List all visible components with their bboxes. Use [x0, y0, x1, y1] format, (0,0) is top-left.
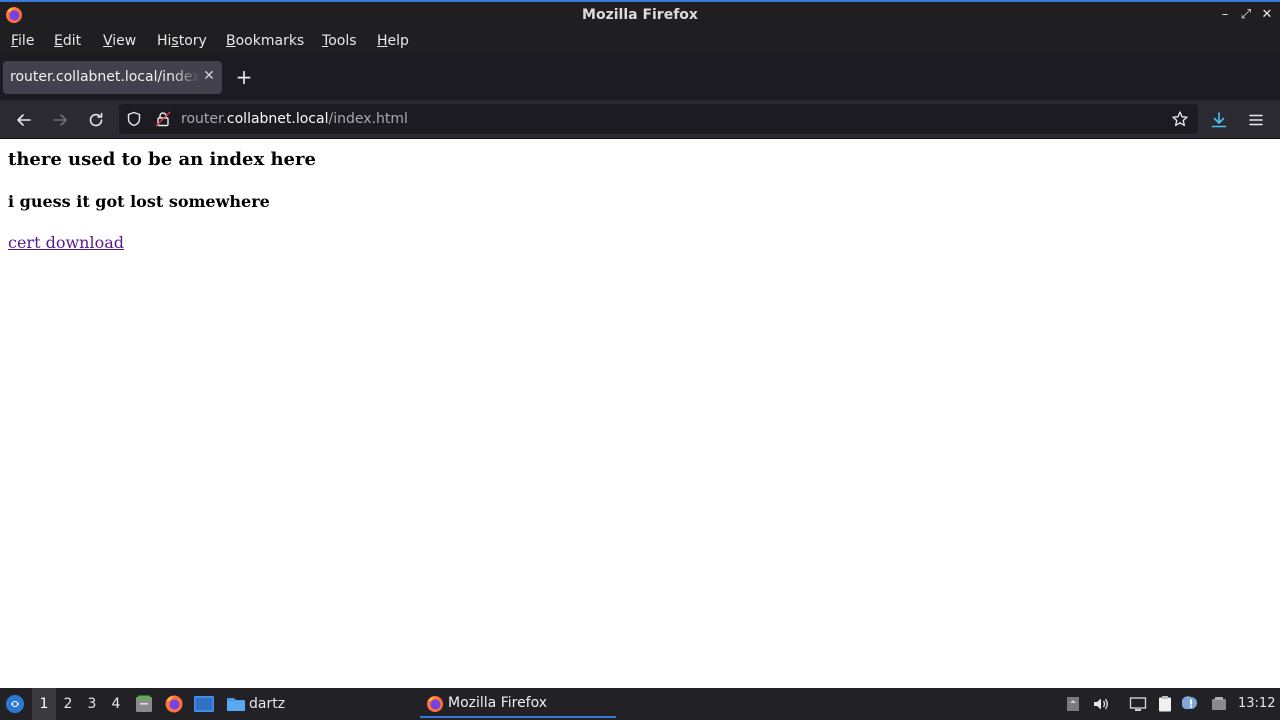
- tab-close-icon[interactable]: ✕: [200, 67, 218, 85]
- page-content: there used to be an index here i guess i…: [0, 140, 1280, 688]
- lock-icon[interactable]: [155, 111, 171, 127]
- workspace-4[interactable]: 4: [104, 688, 128, 720]
- menu-bookmarks[interactable]: Bookmarks: [226, 33, 304, 49]
- active-task-indicator: [420, 716, 616, 718]
- page-heading: there used to be an index here: [8, 149, 316, 170]
- menubar: File Edit View History Bookmarks Tools H…: [0, 29, 1280, 54]
- cert-download-link[interactable]: cert download: [8, 233, 124, 252]
- url-path: /index.html: [328, 111, 408, 127]
- tracking-protection-shield-icon[interactable]: [126, 111, 142, 127]
- url-host: collabnet.local: [226, 111, 329, 127]
- forward-arrow-icon[interactable]: [49, 109, 71, 131]
- menu-file[interactable]: File: [11, 33, 34, 49]
- window-title: Mozilla Firefox: [582, 7, 698, 23]
- page-subheading: i guess it got lost somewhere: [8, 192, 270, 211]
- minimize-icon[interactable]: –: [1216, 6, 1234, 24]
- downloads-icon[interactable]: [1208, 109, 1230, 131]
- url-prefix: router.: [181, 111, 227, 127]
- menu-edit[interactable]: Edit: [54, 33, 81, 49]
- tray-monitor-icon[interactable]: [1129, 695, 1147, 713]
- workspace-3[interactable]: 3: [80, 688, 104, 720]
- taskbar: 1 2 3 4 dartz Mozilla Firefox 13:12: [0, 688, 1280, 720]
- notification-icon[interactable]: [1182, 695, 1200, 713]
- firefox-launcher-icon[interactable]: [164, 694, 184, 714]
- close-window-icon[interactable]: ✕: [1258, 6, 1276, 24]
- menu-view[interactable]: View: [103, 33, 136, 49]
- reload-icon[interactable]: [85, 109, 107, 131]
- tab-label: router.collabnet.local/index.html: [10, 69, 200, 85]
- start-menu-icon[interactable]: [5, 694, 25, 714]
- tab-strip: router.collabnet.local/index.html ✕ +: [0, 54, 1280, 100]
- task-firefox[interactable]: Mozilla Firefox: [420, 688, 616, 720]
- window-titlebar: Mozilla Firefox – ⤢ ✕: [0, 0, 1280, 29]
- clock[interactable]: 13:12: [1238, 696, 1275, 711]
- back-arrow-icon[interactable]: [13, 109, 35, 131]
- navigation-toolbar: router.collabnet.local/index.html: [0, 100, 1280, 139]
- file-manager-icon[interactable]: [134, 694, 154, 714]
- new-tab-icon[interactable]: +: [233, 66, 255, 88]
- hamburger-menu-icon[interactable]: [1245, 109, 1267, 131]
- workspace-1[interactable]: 1: [32, 688, 56, 720]
- clipboard-icon[interactable]: [1156, 695, 1174, 713]
- workspace-2[interactable]: 2: [56, 688, 80, 720]
- tab-active[interactable]: router.collabnet.local/index.html ✕: [3, 61, 222, 94]
- menu-tools[interactable]: Tools: [322, 33, 357, 49]
- network-icon[interactable]: [1210, 695, 1228, 713]
- volume-icon[interactable]: [1092, 695, 1110, 713]
- maximize-icon[interactable]: ⤢: [1237, 6, 1255, 24]
- menu-history[interactable]: History: [157, 33, 207, 49]
- folder-task-label[interactable]: dartz: [249, 688, 285, 720]
- desktop-icon[interactable]: [193, 694, 215, 714]
- url-text[interactable]: router.collabnet.local/index.html: [181, 111, 408, 127]
- bookmark-star-icon[interactable]: [1171, 110, 1189, 128]
- firefox-task-icon: [427, 696, 443, 712]
- url-bar[interactable]: router.collabnet.local/index.html: [119, 104, 1198, 134]
- task-firefox-label: Mozilla Firefox: [448, 695, 548, 711]
- tray-storage-icon[interactable]: [1064, 695, 1082, 713]
- menu-help[interactable]: Help: [377, 33, 409, 49]
- folder-icon[interactable]: [226, 695, 246, 713]
